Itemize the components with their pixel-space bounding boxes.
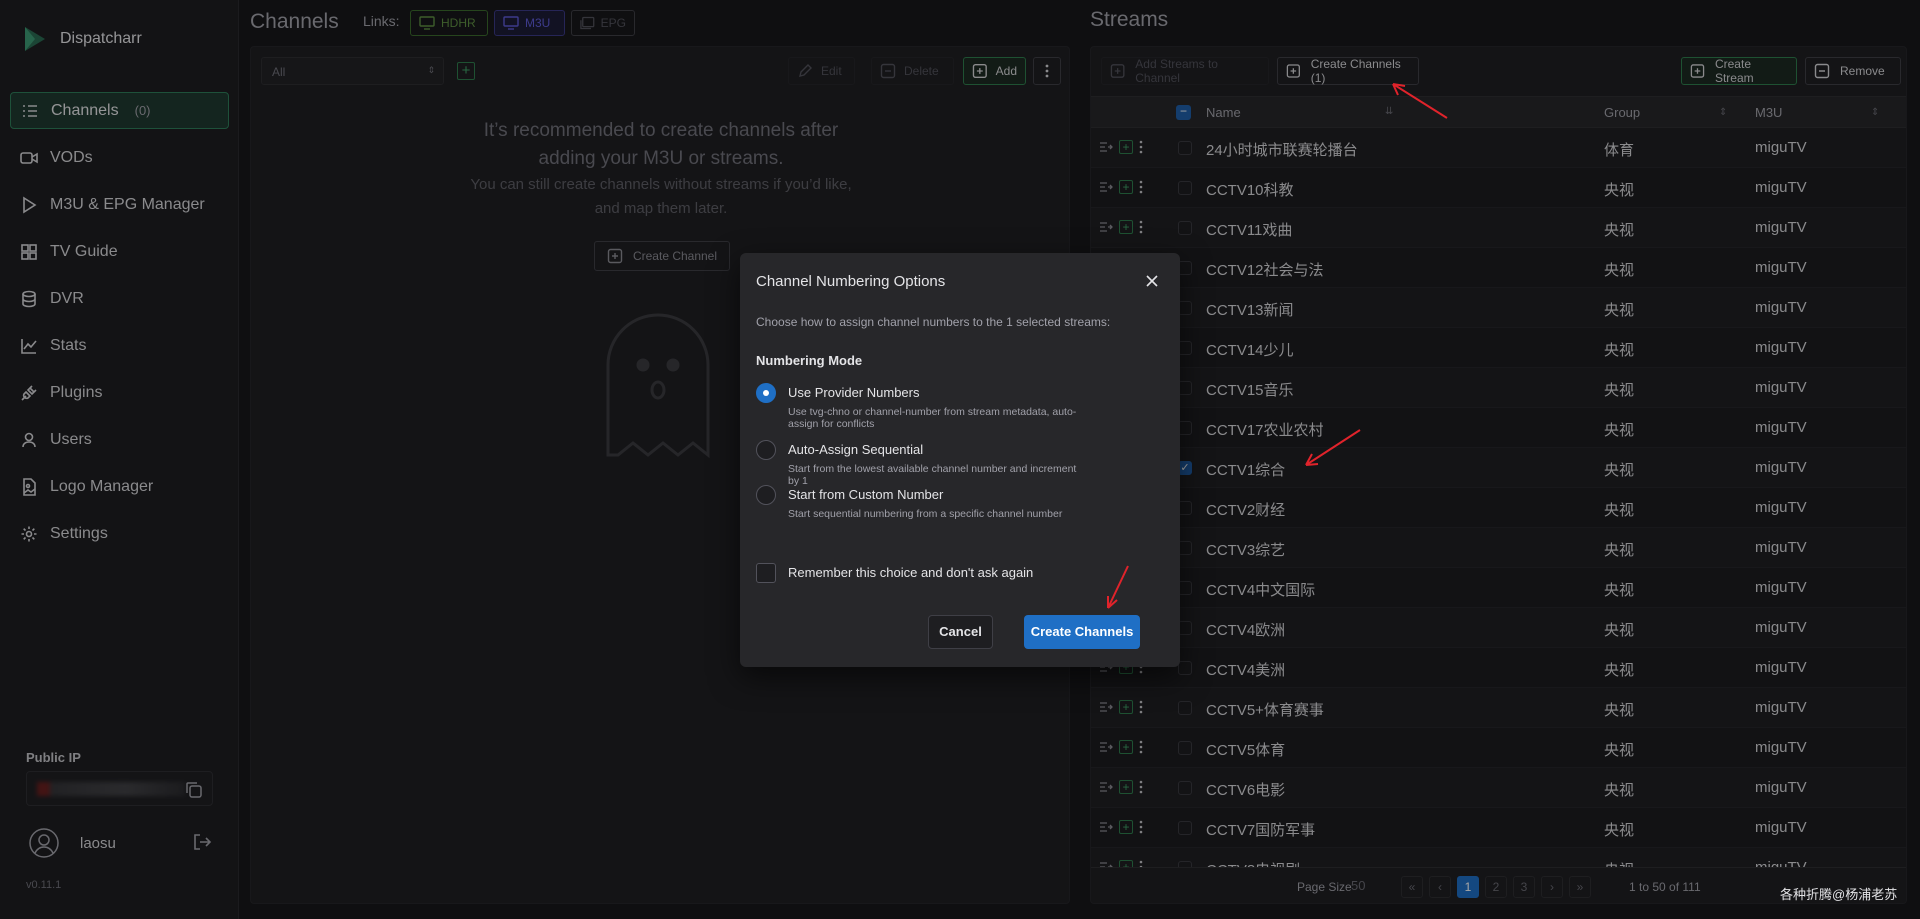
option-description: Start from the lowest available channel …	[788, 463, 1077, 487]
numbering-mode-label: Numbering Mode	[756, 353, 863, 368]
modal-description: Choose how to assign channel numbers to …	[756, 315, 1111, 329]
close-icon[interactable]	[1144, 273, 1160, 289]
annotation-arrow-selected-row	[1305, 429, 1361, 466]
option-label: Auto-Assign Sequential	[788, 442, 924, 457]
radio-auto-assign[interactable]	[756, 440, 776, 460]
create-channels-confirm-button[interactable]: Create Channels	[1024, 615, 1140, 649]
annotation-arrow-create-channels	[1392, 83, 1448, 119]
remember-choice-checkbox[interactable]	[756, 563, 776, 583]
annotation-arrow-create-button	[1107, 565, 1129, 609]
option-description: Start sequential numbering from a specif…	[788, 508, 1063, 520]
option-label: Use Provider Numbers	[788, 385, 920, 400]
watermark-text: 各种折腾@杨浦老苏	[1780, 887, 1898, 902]
modal-title: Channel Numbering Options	[756, 273, 946, 290]
radio-custom-number[interactable]	[756, 485, 776, 505]
option-label: Start from Custom Number	[788, 487, 944, 502]
remember-choice-label[interactable]: Remember this choice and don't ask again	[788, 565, 1033, 580]
cancel-button[interactable]: Cancel	[928, 615, 993, 649]
option-description: Use tvg-chno or channel-number from stre…	[788, 406, 1077, 430]
radio-provider-numbers[interactable]	[756, 383, 776, 403]
